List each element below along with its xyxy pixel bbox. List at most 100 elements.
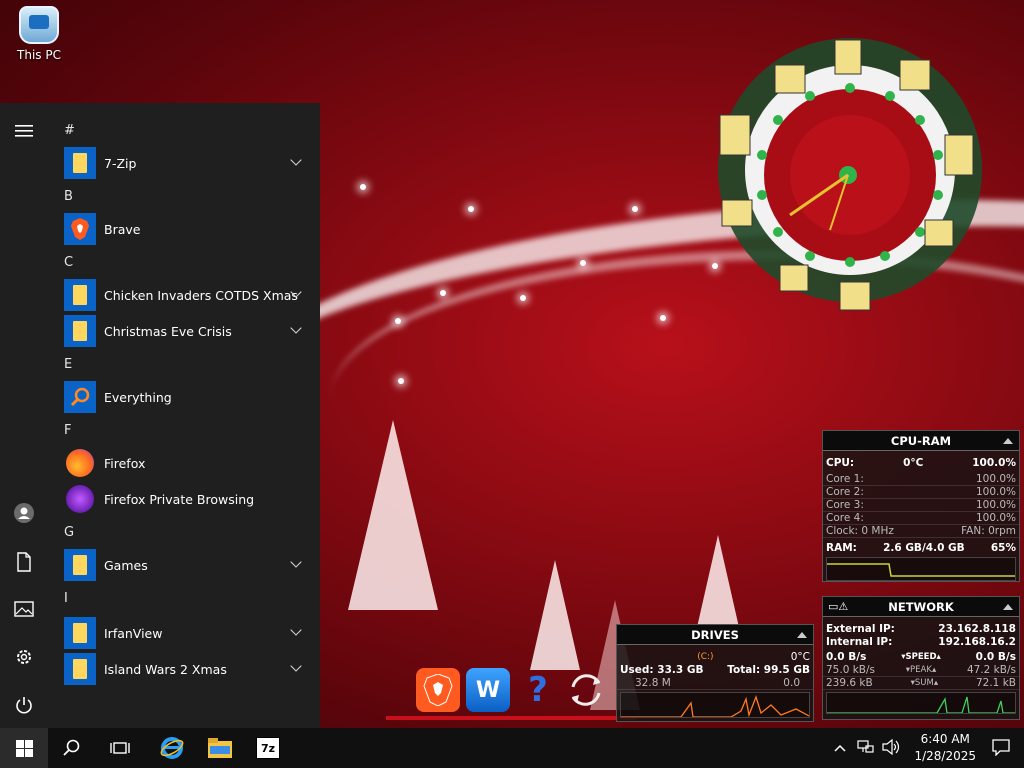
chevron-up-icon[interactable] — [834, 741, 846, 755]
settings-icon[interactable] — [12, 645, 36, 669]
collapse-icon[interactable] — [1003, 604, 1013, 610]
drive-used: Used: 33.3 GB — [620, 664, 704, 676]
internal-ip-label: Internal IP: — [826, 636, 893, 648]
7zip-icon[interactable]: 7z — [244, 728, 292, 768]
desktop-icon-this-pc[interactable]: This PC — [8, 6, 70, 62]
power-icon[interactable] — [12, 693, 36, 717]
app-item-7zip[interactable]: 7-Zip — [48, 145, 320, 181]
drive-row: (C:) 0°C — [617, 651, 813, 664]
clock-time: 6:40 AM — [920, 732, 970, 746]
sum-text: SUM — [914, 678, 934, 688]
help-icon[interactable]: ? — [516, 668, 560, 712]
drive-graph — [620, 692, 810, 718]
app-item-everything[interactable]: Everything — [48, 379, 320, 415]
chevron-down-icon[interactable] — [290, 556, 302, 568]
cpu-clock: Clock: 0 MHz — [826, 525, 894, 537]
network-title: ▭⚠ NETWORK — [823, 597, 1019, 617]
app-item-firefox[interactable]: Firefox — [48, 445, 320, 481]
core-row: Core 1: 100.0% — [823, 473, 1019, 486]
core-row: Core 4: 100.0% — [823, 512, 1019, 525]
tx-sum: 72.1 kB — [975, 677, 1016, 689]
core-label: Core 1: — [826, 473, 864, 485]
collapse-icon[interactable] — [1003, 438, 1013, 444]
file-explorer-icon[interactable] — [196, 728, 244, 768]
app-label: IrfanView — [104, 625, 163, 641]
internet-explorer-icon[interactable] — [148, 728, 196, 768]
this-pc-label: This PC — [17, 48, 61, 62]
peak-row: 75.0 kB/s ▾PEAK▴ 47.2 kB/s — [823, 664, 1019, 677]
search-icon[interactable] — [48, 728, 96, 768]
app-label: Everything — [104, 389, 172, 405]
taskbar: 7z 6:40 AM 1/28/2025 — [0, 728, 1024, 768]
app-item-irfanview[interactable]: IrfanView — [48, 615, 320, 651]
drive-temp: 0°C — [790, 651, 810, 663]
cpu-pct: 100.0% — [972, 457, 1016, 469]
chevron-down-icon[interactable] — [290, 660, 302, 672]
cpu-ram-widget: CPU-RAM CPU: 0°C 100.0% Core 1: 100.0% Co… — [822, 430, 1020, 582]
core-value: 100.0% — [975, 473, 1016, 485]
folder-icon — [64, 147, 96, 179]
app-item-chicken-invaders[interactable]: Chicken Invaders COTDS Xmas — [48, 277, 320, 313]
core-label: Core 3: — [826, 499, 864, 511]
action-center-icon[interactable] — [992, 738, 1010, 759]
ram-label: RAM: — [826, 542, 857, 554]
start-rail — [0, 103, 48, 728]
folder-icon — [64, 653, 96, 685]
refresh-icon[interactable] — [564, 668, 608, 712]
external-ip-label: External IP: — [826, 623, 895, 635]
drive-usage-row: Used: 33.3 GB Total: 99.5 GB — [617, 664, 813, 677]
core-label: Core 2: — [826, 486, 864, 498]
task-view-icon[interactable] — [96, 728, 144, 768]
collapse-icon[interactable] — [797, 632, 807, 638]
clock-fan-row: Clock: 0 MHz FAN: 0rpm — [823, 525, 1019, 538]
app-item-island-wars[interactable]: Island Wars 2 Xmas — [48, 651, 320, 687]
system-tray: 6:40 AM 1/28/2025 — [834, 728, 1024, 768]
app-item-christmas-eve-crisis[interactable]: Christmas Eve Crisis — [48, 313, 320, 349]
app-item-firefox-private[interactable]: Firefox Private Browsing — [48, 481, 320, 517]
app-label: 7-Zip — [104, 155, 137, 171]
user-icon[interactable] — [12, 501, 36, 525]
drive-letter: (C:) — [697, 652, 714, 662]
chevron-down-icon[interactable] — [290, 154, 302, 166]
widget-title: CPU-RAM — [890, 434, 952, 448]
core-value: 100.0% — [975, 499, 1016, 511]
network-tray-icon[interactable] — [856, 739, 875, 758]
chevron-down-icon[interactable] — [290, 322, 302, 334]
rx-sum: 239.6 kB — [826, 677, 873, 689]
external-ip: 23.162.8.118 — [938, 623, 1016, 635]
app-item-games[interactable]: Games — [48, 547, 320, 583]
documents-icon[interactable] — [12, 550, 36, 574]
tray-clock[interactable]: 6:40 AM 1/28/2025 — [914, 731, 976, 765]
core-value: 100.0% — [975, 512, 1016, 524]
firefox-private-icon — [66, 485, 94, 513]
chevron-down-icon[interactable] — [290, 624, 302, 636]
pictures-icon[interactable] — [12, 597, 36, 621]
cpu-label: CPU: — [826, 457, 855, 469]
volume-icon[interactable] — [882, 738, 900, 758]
drives-widget: DRIVES (C:) 0°C Used: 33.3 GB Total: 99.5… — [616, 624, 814, 722]
ram-value: 2.6 GB/4.0 GB — [883, 542, 965, 554]
speed-row: 0.0 B/s ▾SPEED▴ 0.0 B/s — [823, 651, 1019, 664]
app-label: Brave — [104, 221, 141, 237]
desktop-dock: W ? — [386, 660, 636, 722]
dock-bar — [386, 716, 636, 720]
computer-icon — [19, 6, 59, 44]
folder-icon — [64, 279, 96, 311]
network-status-icon: ▭⚠ — [828, 600, 849, 613]
folder-icon — [64, 549, 96, 581]
drive-total: Total: 99.5 GB — [727, 664, 810, 676]
start-button[interactable] — [0, 728, 48, 768]
peak-label: ▾PEAK▴ — [905, 665, 937, 675]
cpu-row: CPU: 0°C 100.0% — [823, 457, 1019, 470]
brave-icon[interactable] — [416, 668, 460, 712]
group-header-i[interactable]: I — [48, 583, 320, 619]
wise-care-icon[interactable]: W — [466, 668, 510, 712]
core-row: Core 3: 100.0% — [823, 499, 1019, 512]
hamburger-icon[interactable] — [12, 119, 36, 143]
folder-icon — [64, 617, 96, 649]
core-label: Core 4: — [826, 512, 864, 524]
christmas-clock-gadget — [718, 38, 982, 311]
core-value: 100.0% — [975, 486, 1016, 498]
start-menu: # 7-Zip B Brave C Chicken Invaders COTDS… — [0, 103, 320, 728]
app-item-brave[interactable]: Brave — [48, 211, 320, 247]
